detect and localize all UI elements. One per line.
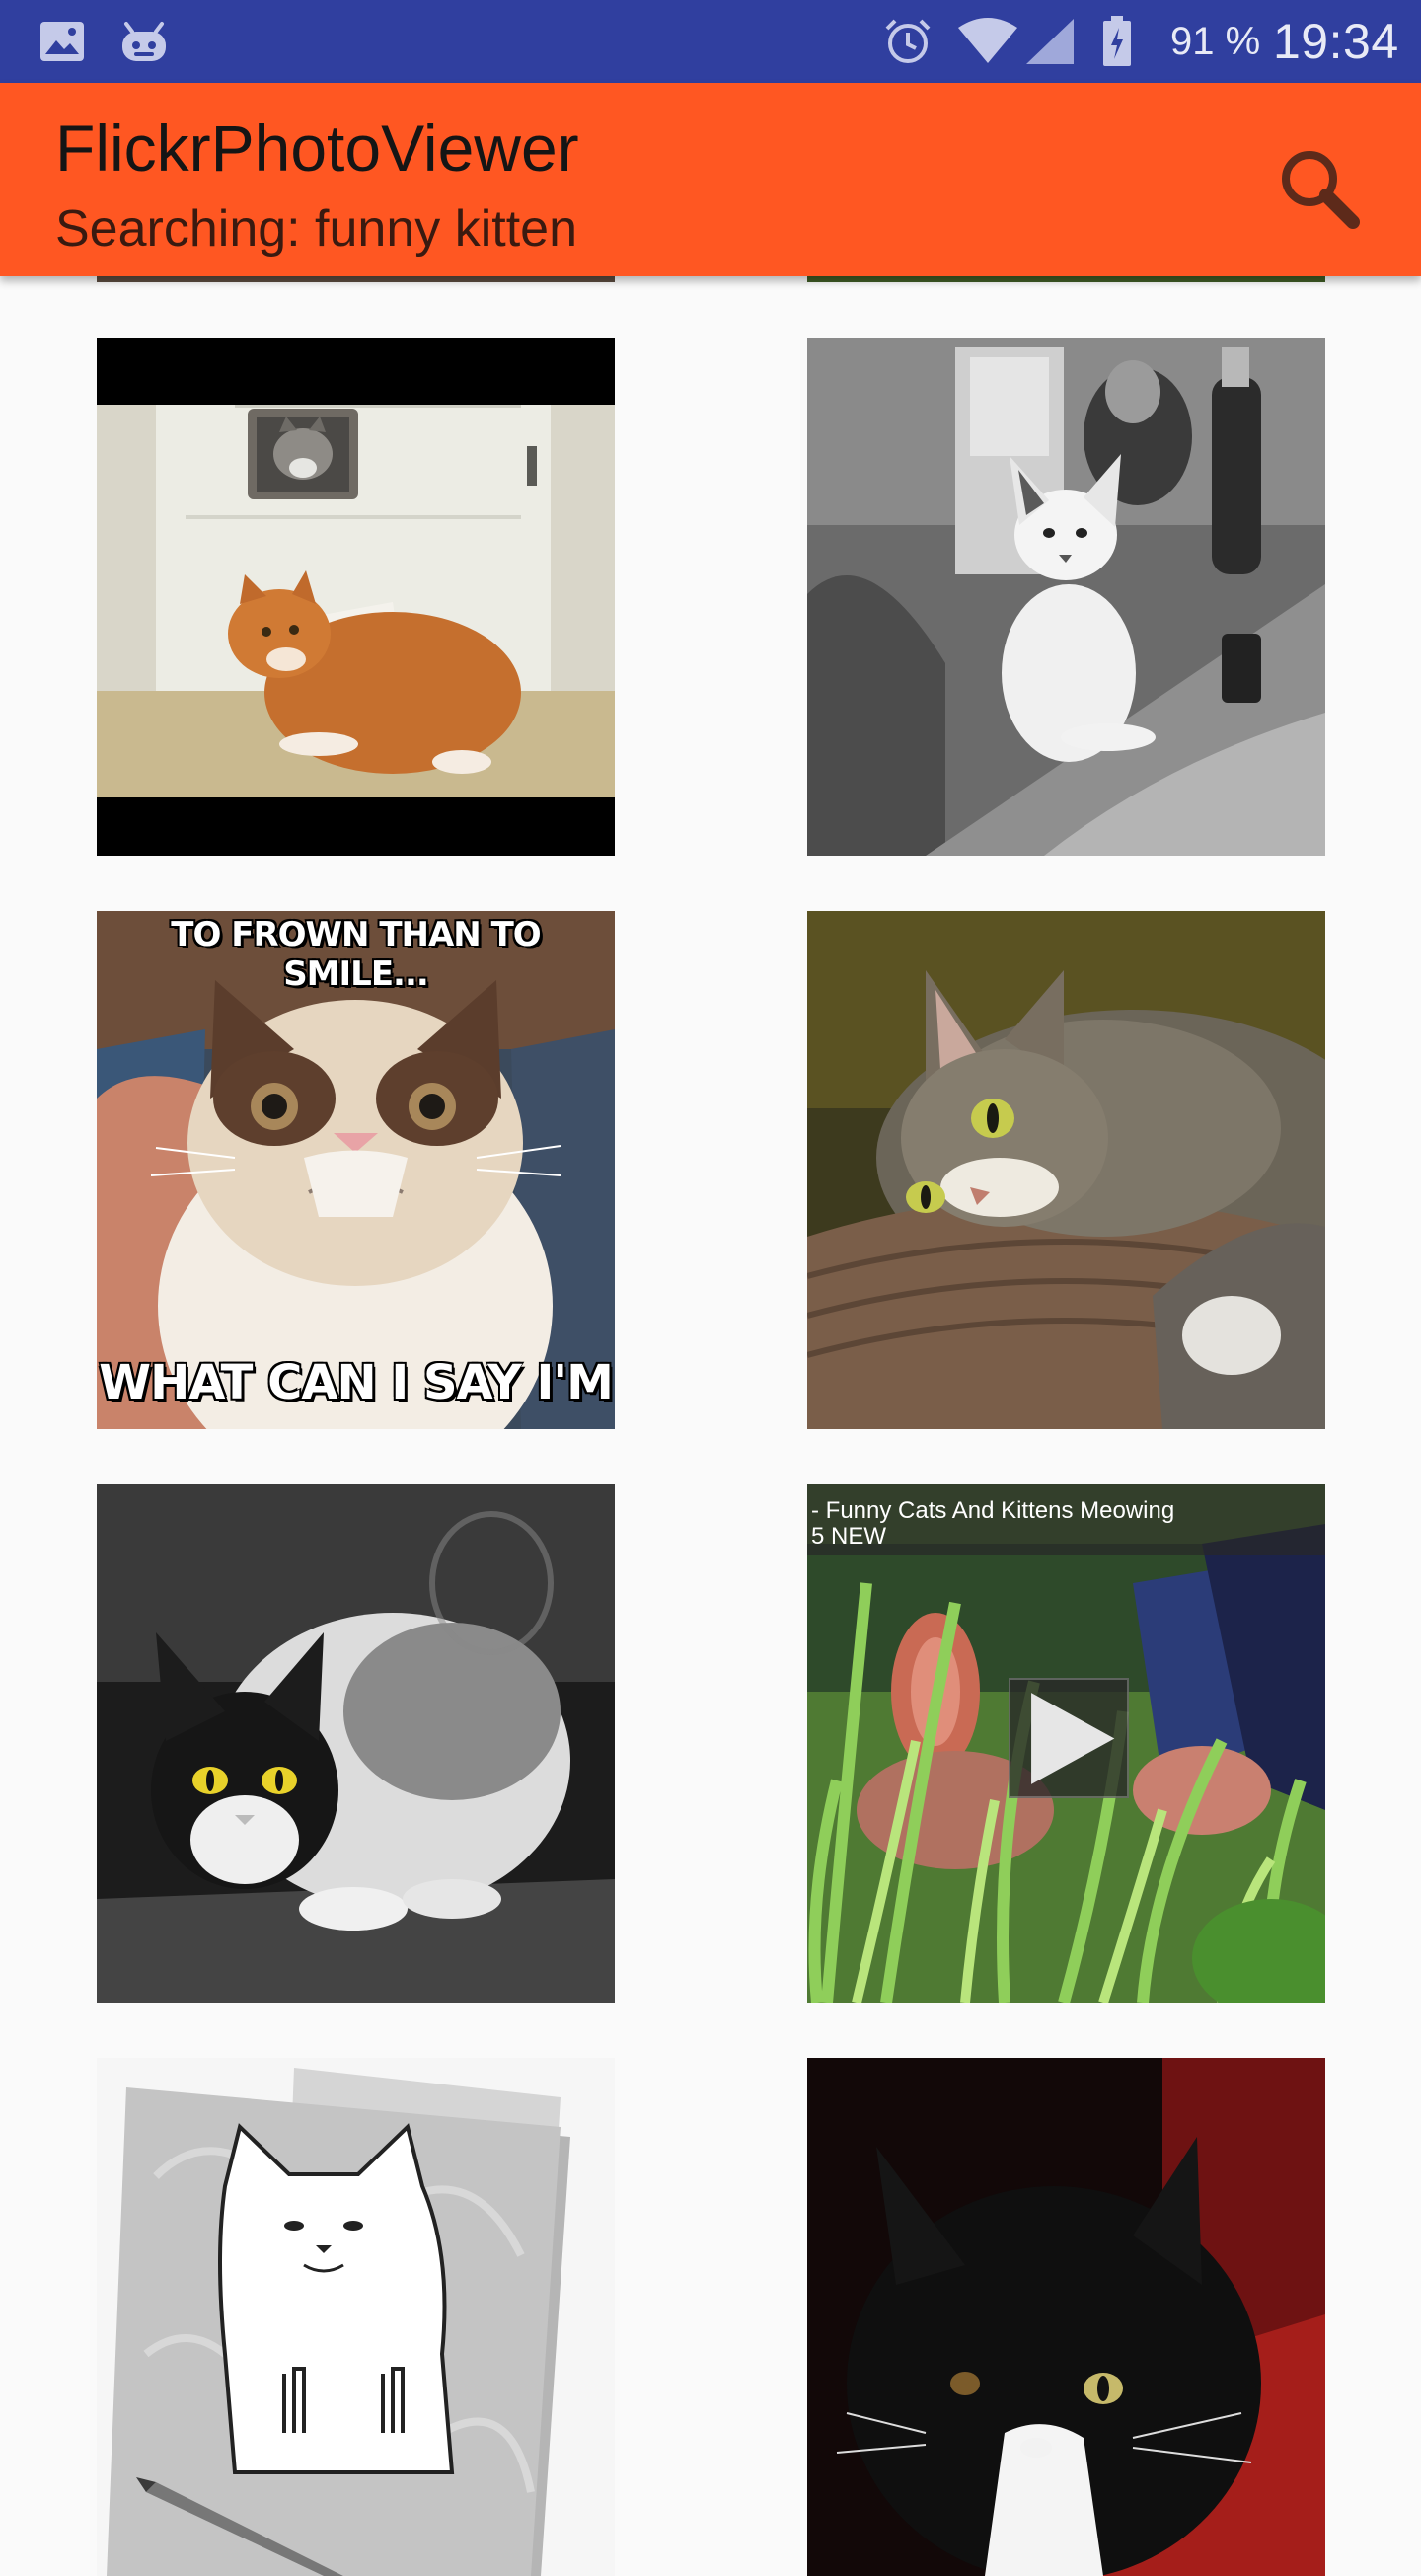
app-bar: FlickrPhotoViewer Searching: funny kitte…	[0, 83, 1421, 276]
photo-tile[interactable]: TO FROWN THAN TO SMILE... WHAT CAN I SAY…	[97, 911, 615, 1429]
photo-tile[interactable]: - Funny Cats And Kittens Meowing 5 NEW	[807, 1484, 1325, 2003]
photo-tile[interactable]	[97, 2058, 615, 2576]
android-icon	[116, 0, 172, 83]
play-icon	[1031, 1692, 1115, 1784]
image-icon	[37, 0, 87, 83]
search-icon	[1282, 151, 1360, 229]
kitten-door-photo	[97, 338, 615, 856]
tabby-cat-photo	[807, 911, 1325, 1429]
photo-tile[interactable]	[97, 1484, 615, 2003]
search-subtitle: Searching: funny kitten	[55, 200, 577, 258]
photo-tile[interactable]	[807, 338, 1325, 856]
cat-sticker-notebook-photo	[97, 2058, 615, 2576]
status-bar: 91 % 19:34	[0, 0, 1421, 83]
black-white-cat-photo	[807, 2058, 1325, 2576]
meme-top-text: TO FROWN THAN TO SMILE...	[171, 915, 541, 994]
bw-kitten-table-photo	[807, 338, 1325, 856]
alarm-icon	[880, 0, 935, 83]
battery-percent: 91 %	[1170, 19, 1261, 63]
photo-tile[interactable]	[807, 911, 1325, 1429]
bw-cat-yellow-eyes-photo	[97, 1484, 615, 2003]
play-button[interactable]	[1009, 1678, 1129, 1798]
search-button[interactable]	[1263, 132, 1374, 243]
app-title: FlickrPhotoViewer	[55, 112, 579, 185]
wifi-icon	[955, 0, 1020, 83]
photo-grid: TO FROWN THAN TO SMILE... WHAT CAN I SAY…	[0, 0, 1421, 2576]
meme-bottom-text: WHAT CAN I SAY I'M	[99, 1355, 614, 1410]
battery-icon	[1097, 0, 1137, 83]
clock: 19:34	[1273, 14, 1399, 69]
photo-tile[interactable]	[97, 338, 615, 856]
photo-tile[interactable]	[807, 2058, 1325, 2576]
signal-icon	[1022, 0, 1078, 83]
